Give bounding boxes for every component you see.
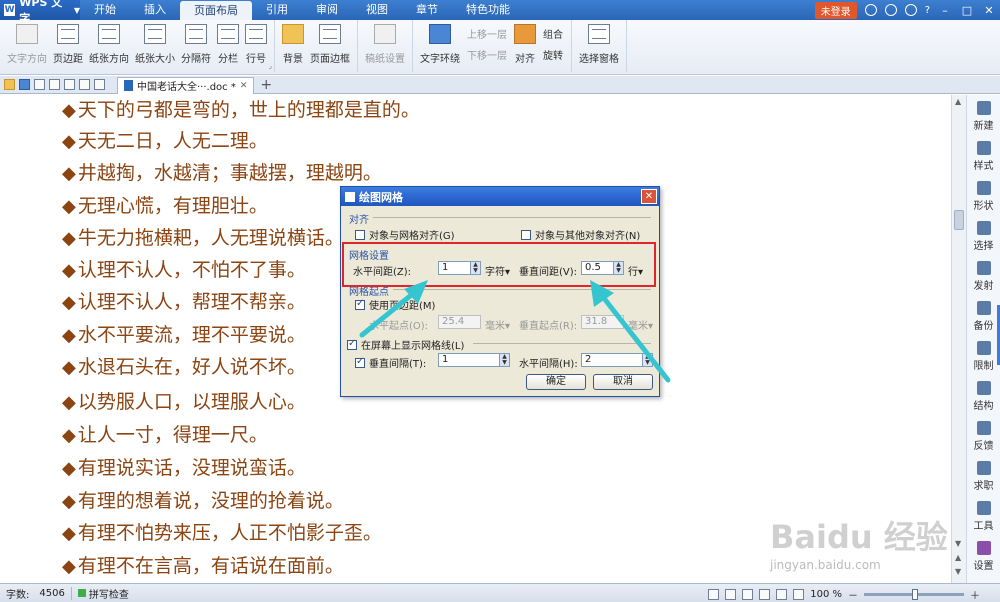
baidu-watermark-url: jingyan.baidu.com bbox=[770, 558, 881, 572]
arrow-right bbox=[590, 280, 671, 383]
baidu-watermark: Baidu 经验 bbox=[770, 518, 948, 556]
arrow-left bbox=[359, 280, 428, 338]
